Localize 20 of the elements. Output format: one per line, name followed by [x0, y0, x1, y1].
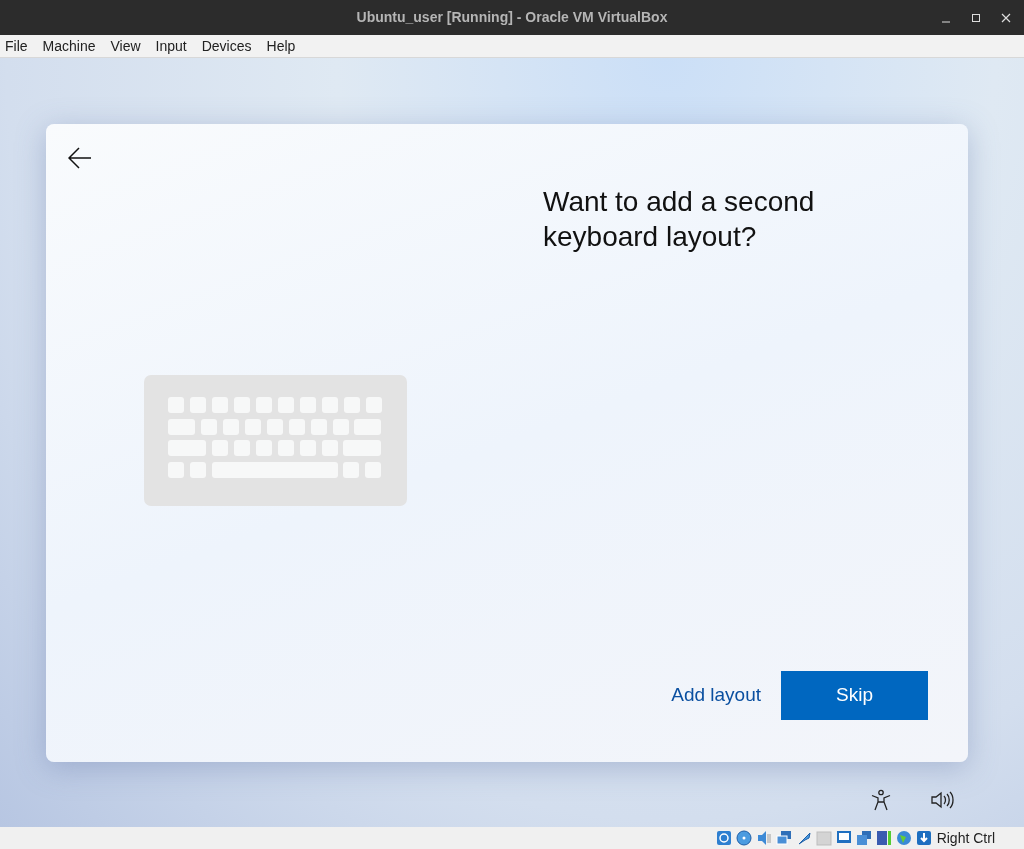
menu-item[interactable]: Input	[155, 35, 187, 57]
globe-icon[interactable]	[894, 829, 913, 847]
back-button[interactable]	[68, 146, 92, 170]
window-title: Ubuntu_user [Running] - Oracle VM VirtualBox	[356, 8, 668, 27]
skip-button[interactable]: Skip	[781, 671, 928, 720]
network-icon[interactable]	[774, 829, 793, 847]
back-arrow-icon	[68, 147, 92, 169]
optical-disc-icon[interactable]	[734, 829, 753, 847]
host-key-label: Right Ctrl	[936, 828, 995, 848]
menu-item[interactable]: File	[5, 35, 28, 57]
menu-item[interactable]: Devices	[201, 35, 252, 57]
accessibility-icon[interactable]	[870, 789, 892, 811]
speaker-icon[interactable]	[930, 790, 954, 810]
menu-item[interactable]: Help	[266, 35, 296, 57]
add-layout-link[interactable]: Add layout	[671, 681, 761, 710]
setup-heading: Want to add a second keyboard layout?	[543, 185, 816, 254]
download-icon[interactable]	[914, 829, 933, 847]
menu-item[interactable]: View	[110, 35, 141, 57]
windows-icon[interactable]	[854, 829, 873, 847]
menu-item[interactable]: Machine	[42, 35, 96, 57]
